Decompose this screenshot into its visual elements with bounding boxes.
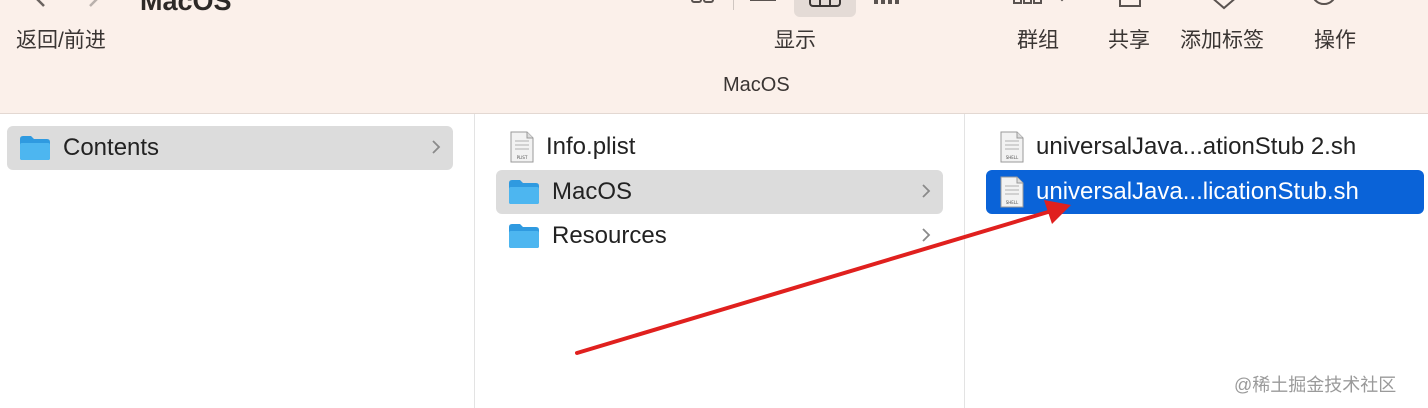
column-2[interactable]: PLIST Info.plist MacOS Resources <box>475 114 965 408</box>
folder-icon <box>20 136 50 160</box>
column-1[interactable]: Contents <box>0 114 475 408</box>
chevron-right-icon <box>922 184 931 198</box>
watermark: @稀土掘金技术社区 <box>1234 375 1397 395</box>
share-label: 共享 <box>1108 29 1150 52</box>
item-label: Contents <box>63 134 160 161</box>
add-tags-label: 添加标签 <box>1180 29 1264 52</box>
list-view-icon[interactable] <box>748 0 778 8</box>
column-3[interactable]: SHELL universalJava...ationStub 2.sh SHE… <box>965 114 1428 408</box>
view-label: 显示 <box>774 29 816 52</box>
file-badge: SHELL <box>1006 200 1019 205</box>
shell-file-icon: SHELL <box>1000 131 1024 163</box>
forward-chevron-icon[interactable] <box>84 0 104 8</box>
action-icon[interactable] <box>1306 0 1366 10</box>
path-bar-label: MacOS <box>723 74 790 96</box>
folder-icon <box>509 224 539 248</box>
group-label: 群组 <box>1017 29 1059 52</box>
list-item-stub[interactable]: SHELL universalJava...licationStub.sh <box>986 170 1424 214</box>
window-title: MacOS <box>140 0 232 16</box>
plist-file-icon: PLIST <box>510 131 534 163</box>
view-divider <box>733 0 734 10</box>
list-item-macos[interactable]: MacOS <box>496 170 943 214</box>
list-item-resources[interactable]: Resources <box>496 214 943 258</box>
action-label: 操作 <box>1314 29 1356 52</box>
chevron-right-icon <box>922 228 931 242</box>
back-chevron-icon[interactable] <box>30 0 50 8</box>
item-label: MacOS <box>552 178 633 205</box>
list-item-info-plist[interactable]: PLIST Info.plist <box>496 125 943 169</box>
shell-file-icon: SHELL <box>1000 176 1024 208</box>
file-badge: PLIST <box>517 155 528 160</box>
item-label: universalJava...ationStub 2.sh <box>1036 133 1357 160</box>
list-item-contents[interactable]: Contents <box>7 126 453 170</box>
item-label: universalJava...licationStub.sh <box>1036 178 1359 205</box>
item-label: Resources <box>552 222 667 249</box>
finder-toolbar: MacOS 返回/前进 显示 群组 共享 添加标签 操作 MacOS <box>0 0 1428 114</box>
back-forward-label: 返回/前进 <box>16 29 106 52</box>
group-icon[interactable] <box>1012 0 1072 10</box>
column-view-icon <box>809 0 841 7</box>
share-icon[interactable] <box>1118 0 1142 10</box>
chevron-right-icon <box>432 140 441 154</box>
icon-view-icon[interactable] <box>690 0 716 8</box>
file-badge: SHELL <box>1006 155 1019 160</box>
list-item-stub-2[interactable]: SHELL universalJava...ationStub 2.sh <box>986 125 1424 169</box>
folder-icon <box>509 180 539 204</box>
item-label: Info.plist <box>546 133 636 160</box>
tag-icon[interactable] <box>1208 0 1240 10</box>
gallery-view-icon[interactable] <box>872 0 904 10</box>
